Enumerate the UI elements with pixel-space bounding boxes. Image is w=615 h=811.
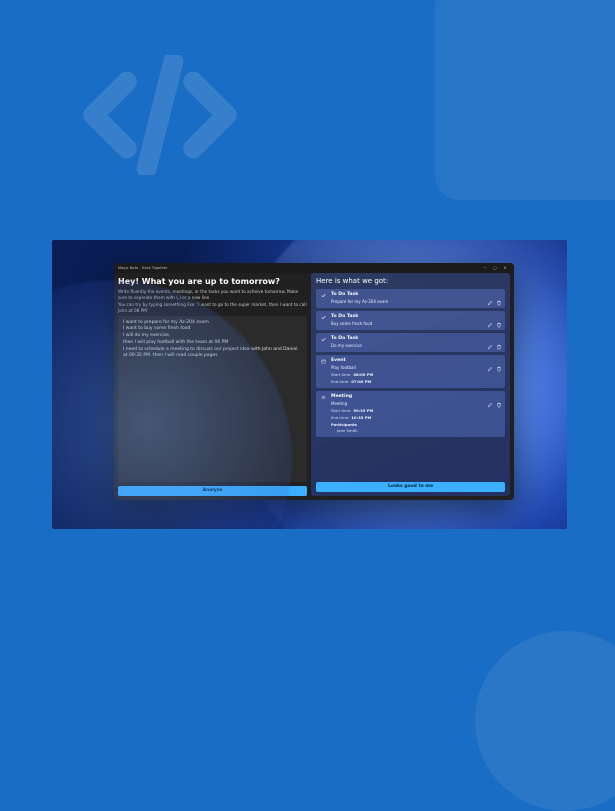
desktop-wallpaper: Magic Note - Hack Together ─ ▢ ✕ Hey! Wh… xyxy=(52,240,567,529)
edit-icon[interactable] xyxy=(487,335,493,341)
app-window: Magic Note - Hack Together ─ ▢ ✕ Hey! Wh… xyxy=(114,263,514,500)
start-label: Start time: xyxy=(331,372,351,377)
people-icon xyxy=(321,394,327,400)
results-heading: Here is what we got: xyxy=(316,277,505,285)
event-card: Event Play football Start time:06:00 PM End… xyxy=(316,355,505,388)
maximize-button[interactable]: ▢ xyxy=(490,266,500,270)
delete-icon[interactable] xyxy=(496,313,502,319)
input-hint-2: You can try by typing something like: 'I… xyxy=(118,302,307,313)
card-desc: Meeting xyxy=(331,401,500,406)
calendar-icon xyxy=(321,358,327,364)
participant-name: John Smith xyxy=(337,428,500,433)
note-textarea[interactable]: I want to prepare for my Az-204 exam I w… xyxy=(118,316,307,482)
end-time: 10:35 PM xyxy=(351,415,371,420)
input-hint-1: Write fluently the events, meetings, or … xyxy=(118,289,307,300)
input-heading: Hey! What you are up to tomorrow? xyxy=(118,277,307,286)
start-label: Start time: xyxy=(331,408,351,413)
edit-icon[interactable] xyxy=(487,393,493,399)
close-button[interactable]: ✕ xyxy=(500,266,510,270)
card-title: To Do Task xyxy=(331,336,358,341)
code-icon xyxy=(80,55,240,175)
card-title: To Do Task xyxy=(331,292,358,297)
window-title: Magic Note - Hack Together xyxy=(118,266,480,270)
todo-card: To Do Task Do my exercise xyxy=(316,333,505,352)
start-time: 06:00 PM xyxy=(353,372,373,377)
end-label: End time: xyxy=(331,379,349,384)
edit-icon[interactable] xyxy=(487,313,493,319)
check-icon xyxy=(321,336,327,342)
participants-label: Participants xyxy=(331,422,500,427)
input-pane: Hey! What you are up to tomorrow? Write … xyxy=(118,273,307,496)
results-pane: Here is what we got: To Do Task Prepare f… xyxy=(311,273,510,496)
edit-icon[interactable] xyxy=(487,357,493,363)
cards-list: To Do TaskPrepare for my Az-204 examTo D… xyxy=(316,289,505,478)
todo-card: To Do Task Buy some fresh food xyxy=(316,311,505,330)
delete-icon[interactable] xyxy=(496,393,502,399)
decor-panel-tr xyxy=(435,0,615,200)
check-icon xyxy=(321,314,327,320)
end-label: End time: xyxy=(331,415,349,420)
edit-icon[interactable] xyxy=(487,291,493,297)
card-desc: Prepare for my Az-204 exam xyxy=(331,299,500,304)
meeting-card: Meeting Meeting Start time:09:35 PM End tim… xyxy=(316,391,505,437)
decor-circle-br xyxy=(475,631,615,811)
confirm-button[interactable]: Looks good to me xyxy=(316,482,505,492)
card-desc: Do my exercise xyxy=(331,343,500,348)
card-desc: Play football xyxy=(331,365,500,370)
card-title: Meeting xyxy=(331,394,352,399)
delete-icon[interactable] xyxy=(496,291,502,297)
minimize-button[interactable]: ─ xyxy=(480,266,490,270)
todo-card: To Do Task Prepare for my Az-204 exam xyxy=(316,289,505,308)
end-time: 07:00 PM xyxy=(351,379,371,384)
title-bar: Magic Note - Hack Together ─ ▢ ✕ xyxy=(114,263,514,273)
analyze-button[interactable]: Analyze xyxy=(118,486,307,496)
delete-icon[interactable] xyxy=(496,335,502,341)
delete-icon[interactable] xyxy=(496,357,502,363)
card-title: To Do Task xyxy=(331,314,358,319)
card-title: Event xyxy=(331,358,346,363)
start-time: 09:35 PM xyxy=(353,408,373,413)
card-desc: Buy some fresh food xyxy=(331,321,500,326)
check-icon xyxy=(321,292,327,298)
